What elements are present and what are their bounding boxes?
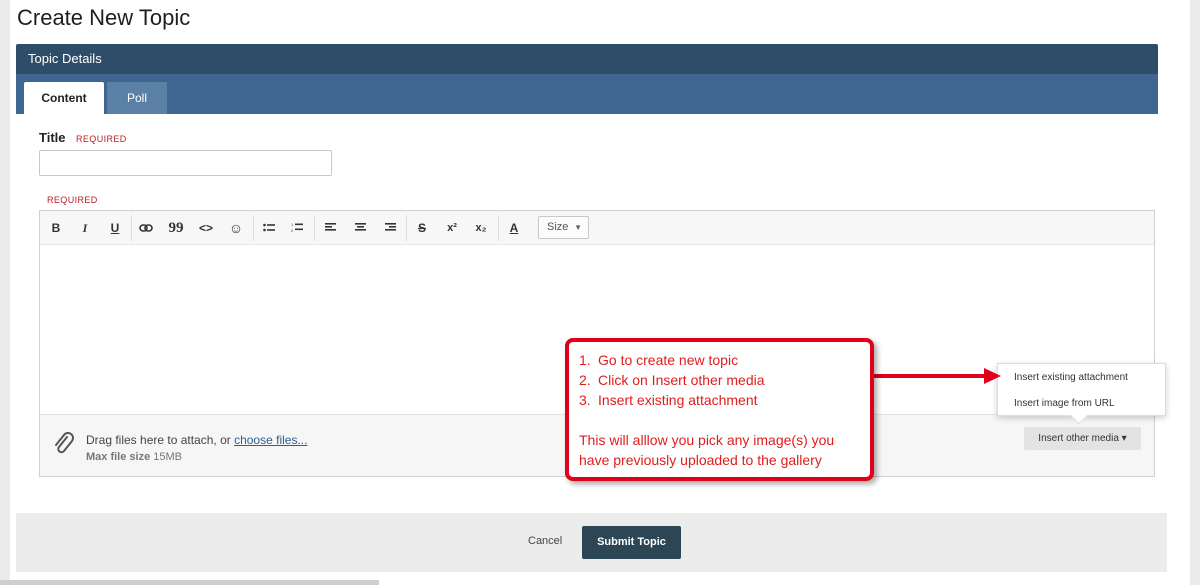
- font-size-select[interactable]: Size ▼: [538, 216, 589, 239]
- editor-required-badge: REQUIRED: [47, 195, 98, 205]
- font-color-button[interactable]: A: [503, 219, 525, 237]
- editor-toolbar: B I U 99 <> ☺ 12 S x² x₂ A Size ▼: [40, 211, 1154, 245]
- subscript-button[interactable]: x₂: [470, 219, 492, 237]
- choose-files-link[interactable]: choose files...: [234, 433, 307, 447]
- submit-topic-button[interactable]: Submit Topic: [582, 526, 681, 559]
- step-number: 3.: [579, 392, 591, 408]
- instruction-step: 2. Click on Insert other media: [579, 370, 860, 390]
- instruction-note: This will alllow you pick any image(s) y…: [579, 430, 860, 470]
- svg-text:1: 1: [291, 222, 294, 227]
- bold-button[interactable]: B: [45, 219, 67, 237]
- toolbar-separator: [498, 215, 499, 241]
- title-label: Title: [39, 130, 66, 145]
- align-left-icon[interactable]: [319, 219, 341, 237]
- tab-bar: Content Poll: [16, 74, 1158, 114]
- paperclip-icon: [52, 430, 74, 456]
- page-title: Create New Topic: [17, 5, 191, 30]
- strikethrough-button[interactable]: S: [411, 219, 433, 237]
- insert-media-menu: Insert existing attachment Insert image …: [997, 363, 1166, 425]
- cancel-button[interactable]: Cancel: [528, 535, 562, 547]
- toolbar-separator: [314, 215, 315, 241]
- insert-image-from-url-item[interactable]: Insert image from URL: [1014, 398, 1115, 409]
- tab-content[interactable]: Content: [24, 82, 104, 114]
- insert-other-media-button[interactable]: Insert other media ▾: [1024, 427, 1141, 450]
- toolbar-separator: [253, 215, 254, 241]
- note-line: have previously uploaded to the gallery: [579, 452, 822, 468]
- instruction-steps: 1. Go to create new topic 2. Click on Inse…: [579, 350, 860, 410]
- step-number: 2.: [579, 372, 591, 388]
- attachment-instructions: Drag files here to attach, or choose fil…: [86, 433, 307, 447]
- step-number: 1.: [579, 352, 591, 368]
- instruction-callout: 1. Go to create new topic 2. Click on Inse…: [565, 338, 874, 481]
- superscript-button[interactable]: x²: [441, 219, 463, 237]
- callout-arrow: [872, 368, 1001, 384]
- instruction-step: 3. Insert existing attachment: [579, 390, 860, 410]
- link-icon[interactable]: [135, 219, 157, 237]
- max-file-size-value: 15MB: [153, 451, 183, 463]
- tab-poll[interactable]: Poll: [107, 82, 167, 114]
- align-right-icon[interactable]: [379, 219, 401, 237]
- form-footer: Cancel Submit Topic: [16, 513, 1167, 572]
- underline-button[interactable]: U: [104, 219, 126, 237]
- numbered-list-icon[interactable]: 12: [286, 219, 308, 237]
- title-input[interactable]: [39, 150, 332, 176]
- note-line: This will alllow you pick any image(s) y…: [579, 432, 835, 448]
- emoji-icon[interactable]: ☺: [225, 219, 247, 237]
- italic-button[interactable]: I: [74, 219, 96, 237]
- instruction-step: 1. Go to create new topic: [579, 350, 860, 370]
- toolbar-separator: [131, 215, 132, 241]
- bulleted-list-icon[interactable]: [258, 219, 280, 237]
- quote-icon[interactable]: 99: [165, 219, 187, 237]
- step-text: Click on Insert other media: [598, 372, 765, 388]
- align-center-icon[interactable]: [349, 219, 371, 237]
- chevron-down-icon: ▼: [574, 223, 582, 232]
- code-icon[interactable]: <>: [195, 219, 217, 237]
- font-size-label: Size: [547, 221, 569, 233]
- step-text: Insert existing attachment: [598, 392, 758, 408]
- panel-header: Topic Details: [16, 44, 1158, 74]
- svg-text:2: 2: [291, 228, 294, 233]
- horizontal-scrollbar[interactable]: [0, 580, 379, 585]
- toolbar-separator: [406, 215, 407, 241]
- title-required-badge: REQUIRED: [76, 134, 127, 144]
- max-file-size-label: Max file size: [86, 451, 151, 463]
- step-text: Go to create new topic: [598, 352, 739, 368]
- max-file-size: Max file size 15MB: [86, 451, 182, 463]
- insert-existing-attachment-item[interactable]: Insert existing attachment: [1014, 372, 1128, 383]
- drag-files-text: Drag files here to attach, or: [86, 433, 235, 447]
